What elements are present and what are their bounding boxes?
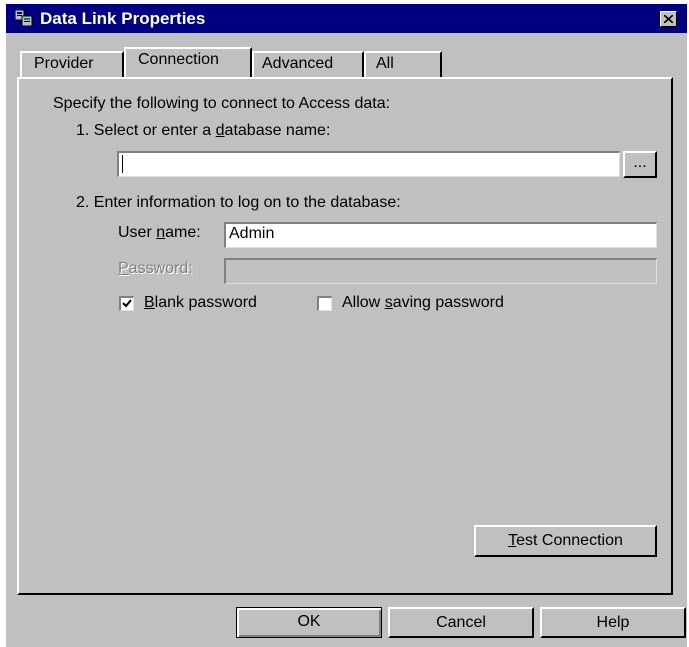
allow-saving-password-checkbox[interactable]: [317, 296, 332, 311]
checkmark-icon: [122, 299, 132, 308]
test-connection-button[interactable]: Test Connection: [474, 525, 657, 557]
ok-button[interactable]: OK: [236, 607, 382, 638]
tab-connection[interactable]: Connection: [124, 47, 252, 77]
tab-provider-label: Provider: [34, 55, 94, 72]
database-name-label: 1. Select or enter a database name:: [76, 122, 331, 139]
allow-saving-password-label[interactable]: Allow saving password: [342, 294, 504, 312]
user-name-value: Admin: [229, 225, 275, 242]
browse-button[interactable]: ...: [623, 151, 657, 178]
dialog-window: Data Link Properties Provider Connection…: [6, 4, 687, 647]
blank-password-label[interactable]: Blank password: [144, 294, 257, 312]
tab-advanced[interactable]: Advanced: [252, 51, 364, 77]
window-title: Data Link Properties: [40, 9, 206, 28]
user-name-input[interactable]: Admin: [224, 222, 657, 248]
tab-all[interactable]: All: [364, 51, 442, 77]
blank-password-checkbox[interactable]: [119, 296, 134, 311]
tab-all-label: All: [376, 55, 394, 72]
logon-info-label: 2. Enter information to log on to the da…: [76, 194, 401, 211]
help-button[interactable]: Help: [540, 607, 686, 638]
text-cursor: [122, 155, 123, 173]
close-button[interactable]: [660, 11, 677, 27]
tab-provider[interactable]: Provider: [20, 51, 124, 77]
title-bar[interactable]: Data Link Properties: [6, 4, 687, 33]
user-name-label: User name:: [118, 224, 201, 241]
password-label: Password:: [118, 260, 193, 277]
tab-connection-label: Connection: [138, 51, 219, 68]
connection-panel: Specify the following to connect to Acce…: [17, 77, 673, 595]
database-name-input[interactable]: [117, 151, 620, 177]
tab-advanced-label: Advanced: [262, 55, 334, 72]
data-link-icon: [15, 10, 33, 26]
password-input: [224, 258, 657, 284]
close-icon: [664, 15, 673, 23]
cancel-button[interactable]: Cancel: [388, 607, 534, 638]
intro-text: Specify the following to connect to Acce…: [53, 95, 391, 112]
